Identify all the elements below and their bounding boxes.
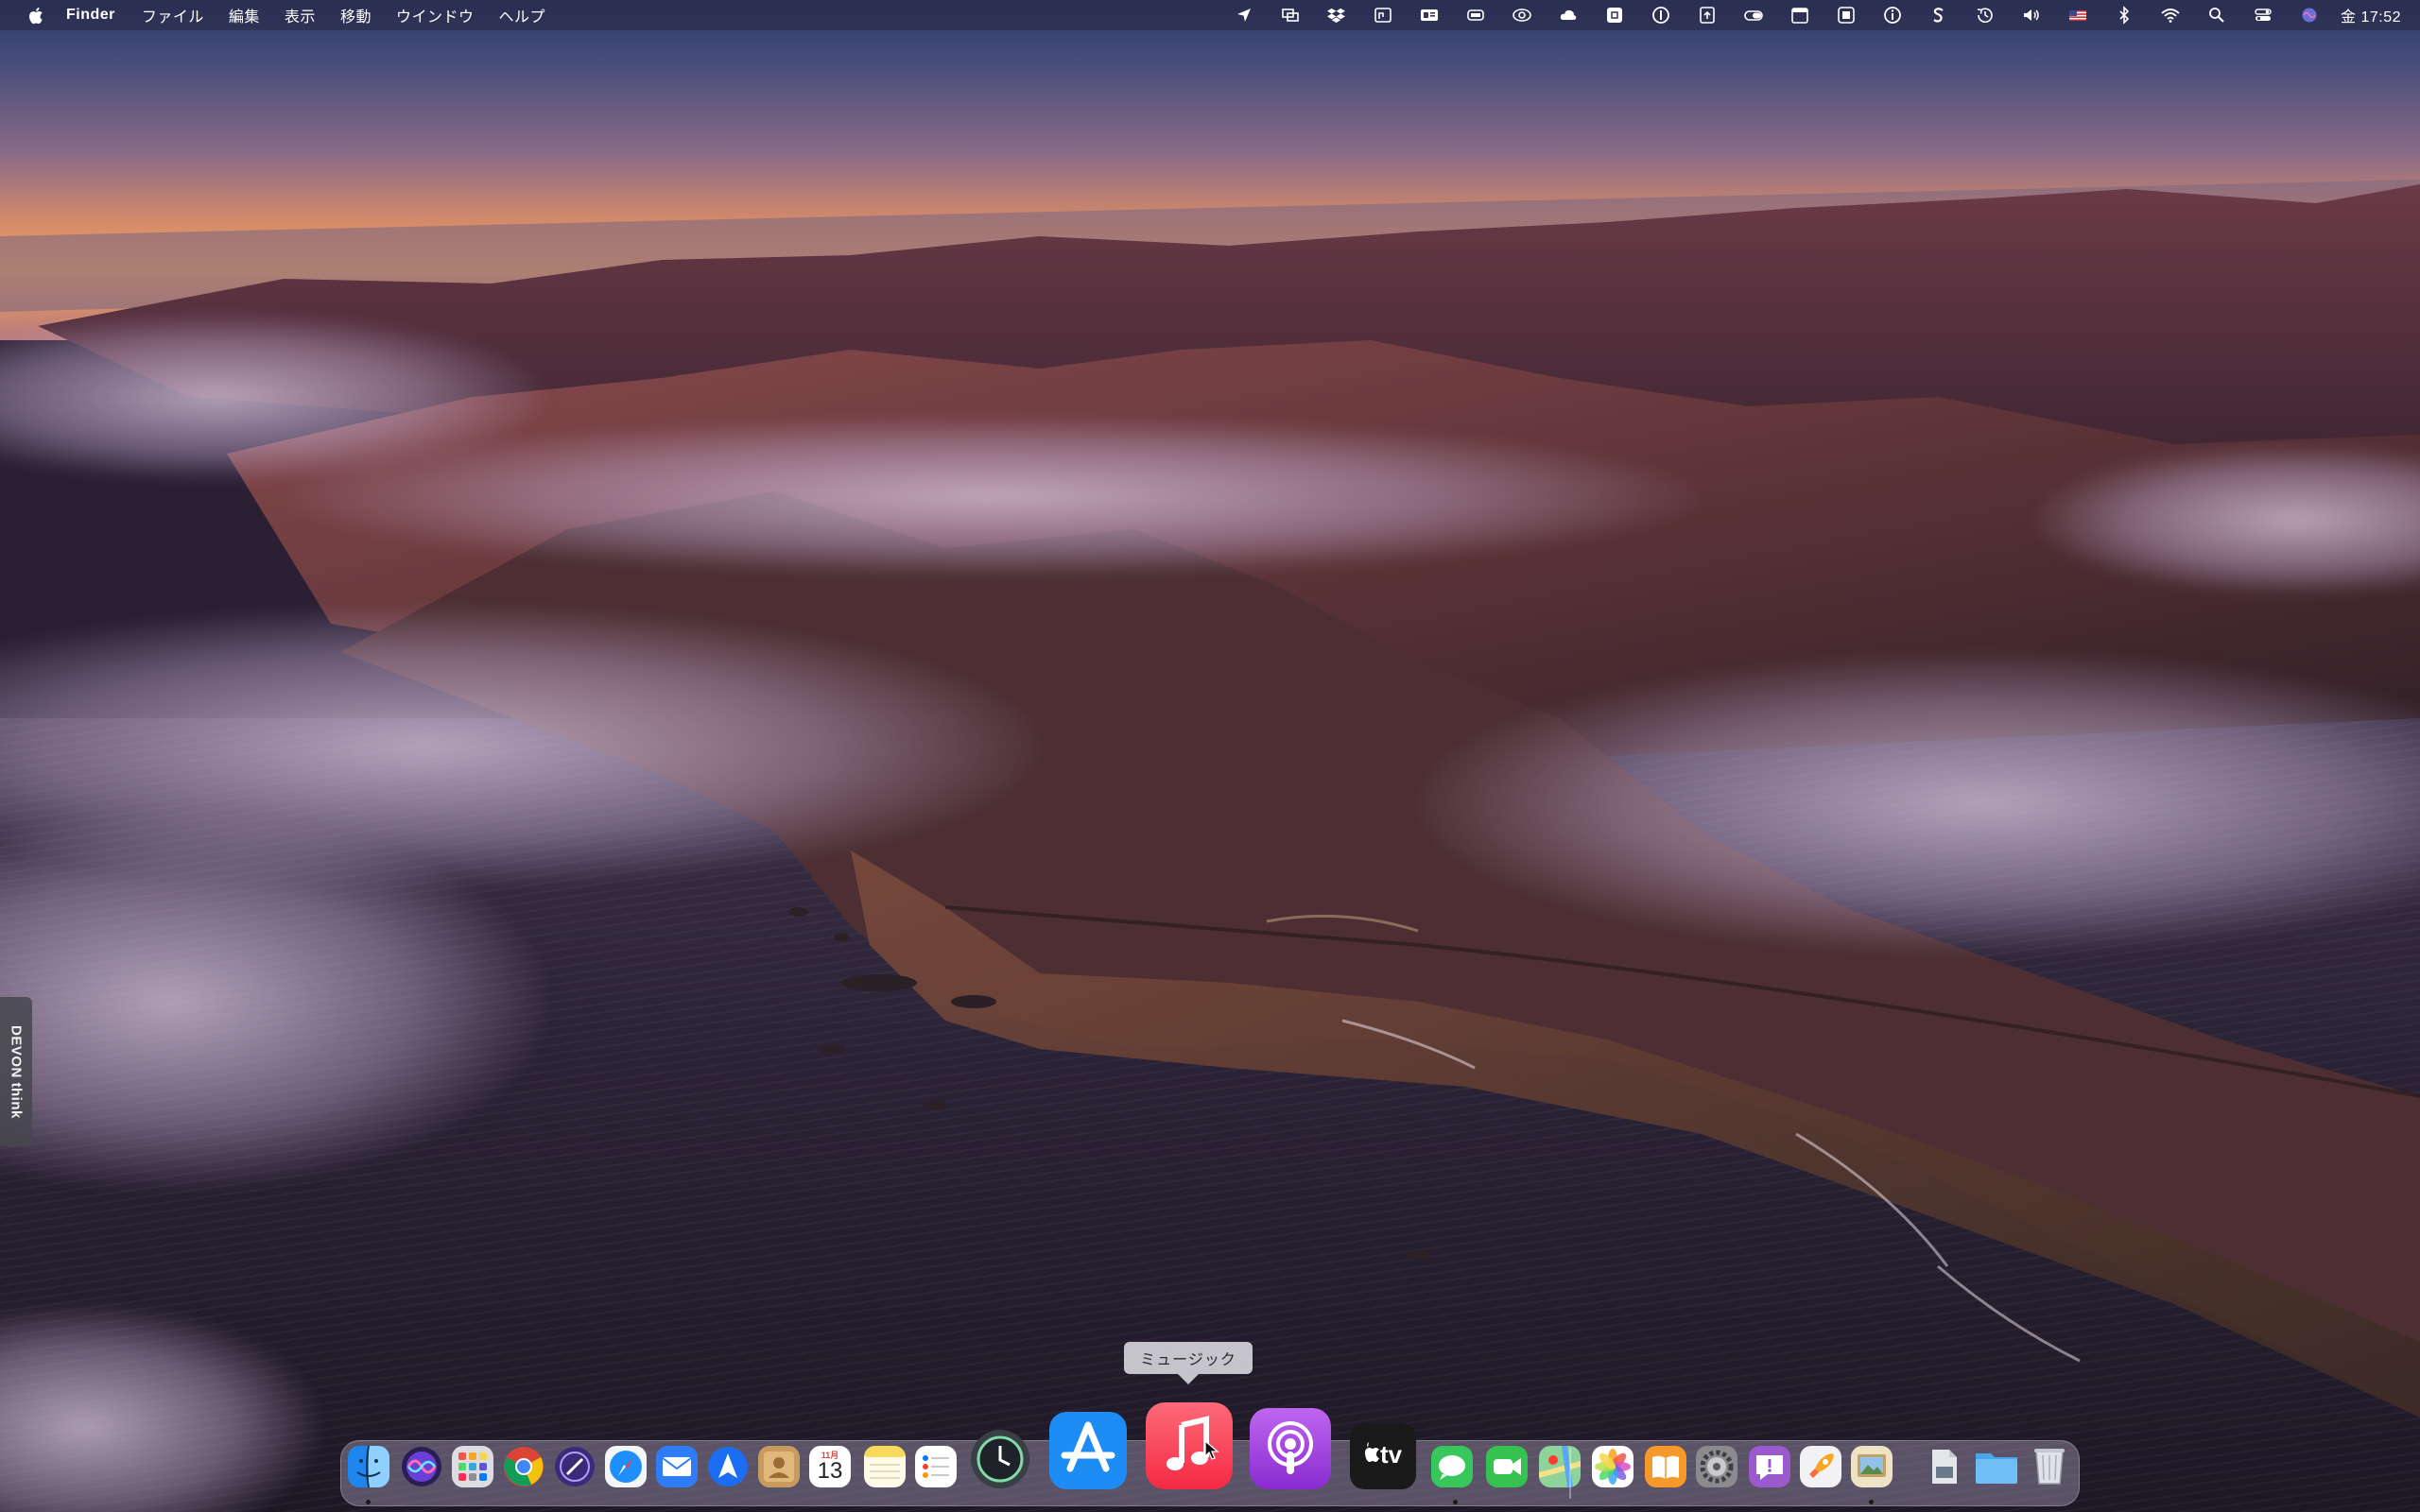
facetime-icon[interactable] (1486, 1446, 1528, 1487)
safari-icon[interactable] (605, 1446, 647, 1487)
location-arrow-icon[interactable] (1232, 3, 1256, 27)
photos-icon[interactable] (1592, 1446, 1634, 1487)
vpn-icon[interactable] (554, 1446, 596, 1487)
apple-tv-label: tv (1380, 1440, 1403, 1469)
dock-tooltip: ミュージック (1124, 1342, 1253, 1384)
apple-tv-running-indicator (1453, 1500, 1458, 1504)
menu-bar: Finder ファイル 編集 表示 移動 ウインドウ ヘルプ 金 17:52 (0, 0, 2420, 30)
dock-separator (1569, 1448, 1571, 1499)
menu-bar-status-area: 金 17:52 (1210, 0, 2401, 30)
notes-icon[interactable] (864, 1446, 906, 1487)
finder-icon[interactable] (348, 1446, 389, 1487)
menu-clock[interactable]: 金 17:52 (2341, 4, 2401, 26)
dropbox-icon[interactable] (1324, 3, 1349, 27)
finder-running-indicator (366, 1500, 371, 1504)
menu-view[interactable]: 表示 (285, 4, 316, 26)
creative-cloud-icon[interactable] (1510, 3, 1534, 27)
wifi-icon[interactable] (2158, 3, 2183, 27)
info-icon[interactable] (1880, 3, 1905, 27)
spotlight-icon[interactable] (2204, 3, 2229, 27)
menu-edit[interactable]: 編集 (229, 4, 260, 26)
time-machine-icon[interactable] (1973, 3, 1997, 27)
menu-app-name[interactable]: Finder (66, 7, 115, 24)
downloads-folder-icon[interactable] (1974, 1446, 2019, 1487)
mail-icon[interactable] (656, 1446, 698, 1487)
podcasts-icon[interactable] (1250, 1408, 1331, 1489)
desktop-wallpaper (0, 0, 2420, 1512)
apple-tv-icon[interactable]: tv (1350, 1423, 1416, 1489)
music-icon[interactable] (1146, 1402, 1233, 1489)
bluetooth-icon[interactable] (2112, 3, 2136, 27)
mouse-cursor-icon (1204, 1440, 1219, 1460)
preview-running-indicator (1869, 1500, 1874, 1504)
rocket-icon[interactable] (1800, 1446, 1841, 1487)
menu-window[interactable]: ウインドウ (396, 4, 475, 26)
command-icon[interactable] (1602, 3, 1627, 27)
app-store-icon[interactable] (1049, 1412, 1127, 1489)
apple-menu-icon[interactable] (26, 6, 43, 25)
books-icon[interactable] (1645, 1446, 1686, 1487)
battery-app-icon[interactable] (1463, 3, 1488, 27)
volume-icon[interactable] (2019, 3, 2044, 27)
card-icon[interactable] (1417, 3, 1442, 27)
messages-icon[interactable] (1431, 1446, 1473, 1487)
menu-help[interactable]: ヘルプ (498, 4, 545, 26)
screen-mirror-icon[interactable] (1278, 3, 1303, 27)
cloud-icon[interactable] (1556, 3, 1581, 27)
feedback-icon[interactable] (1749, 1446, 1790, 1487)
maps-icon[interactable] (1539, 1446, 1581, 1487)
siri-icon[interactable] (2297, 3, 2322, 27)
one-password-icon[interactable] (1649, 3, 1673, 27)
reminders-icon[interactable] (915, 1446, 957, 1487)
time-machine-icon[interactable] (970, 1429, 1030, 1489)
stack-icon[interactable] (1834, 3, 1858, 27)
system-preferences-icon[interactable] (1696, 1446, 1737, 1487)
testflight-icon[interactable] (707, 1446, 749, 1487)
upload-icon[interactable] (1695, 3, 1720, 27)
menu-bar-left: Finder ファイル 編集 表示 移動 ウインドウ ヘルプ (19, 4, 570, 26)
devonthink-side-tab[interactable]: DEVON think (0, 997, 32, 1146)
display-icon[interactable] (1371, 3, 1395, 27)
launchpad-icon[interactable] (452, 1446, 493, 1487)
calendar-day-label: 13 (817, 1458, 843, 1484)
control-center-icon[interactable] (2251, 3, 2275, 27)
chrome-icon[interactable] (503, 1446, 544, 1487)
menu-go[interactable]: 移動 (340, 4, 372, 26)
preview-icon[interactable] (1851, 1446, 1893, 1487)
contacts-icon[interactable] (758, 1446, 800, 1487)
devonthink-side-tab-label: DEVON think (8, 1024, 25, 1119)
trash-icon[interactable] (2029, 1444, 2070, 1487)
documents-file-icon[interactable] (1923, 1446, 1964, 1487)
calendar-icon[interactable] (1788, 3, 1812, 27)
menu-file[interactable]: ファイル (142, 4, 204, 26)
scrivener-icon[interactable] (1927, 3, 1951, 27)
us-flag-icon[interactable] (2066, 3, 2090, 27)
toggle-icon[interactable] (1741, 3, 1766, 27)
calendar-app-icon[interactable]: 11月 13 (809, 1446, 851, 1487)
siri-icon[interactable] (401, 1446, 442, 1487)
